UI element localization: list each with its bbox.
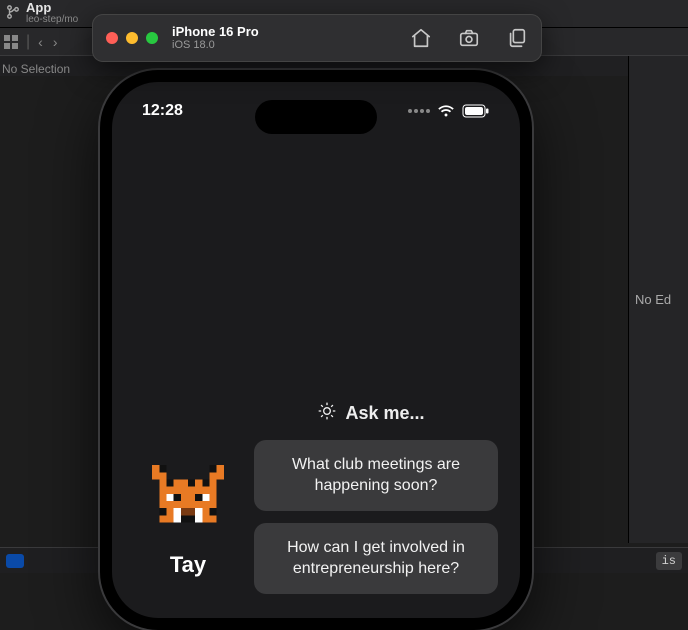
related-items-icon[interactable]	[4, 35, 20, 49]
suggestion-card[interactable]: How can I get involved in entrepreneursh…	[254, 523, 498, 594]
simulator-os-subtitle: iOS 18.0	[172, 39, 259, 51]
branch-icon	[6, 5, 20, 22]
wifi-icon	[437, 104, 455, 118]
is-badge: is	[656, 552, 682, 570]
filter-indicator[interactable]	[6, 554, 24, 568]
nav-forward-button[interactable]: ›	[51, 34, 60, 50]
avatar-block: Tay	[134, 458, 242, 578]
simulator-device-title: iPhone 16 Pro	[172, 25, 259, 39]
status-time: 12:28	[142, 102, 183, 120]
zoom-icon[interactable]	[146, 32, 158, 44]
suggestion-card[interactable]: What club meetings are happening soon?	[254, 440, 498, 511]
minimize-icon[interactable]	[126, 32, 138, 44]
copy-icon[interactable]	[506, 27, 528, 49]
nav-back-button[interactable]: ‹	[36, 34, 45, 50]
ask-me-label: Ask me...	[345, 403, 424, 424]
scheme-title: App	[26, 1, 78, 15]
home-icon[interactable]	[410, 27, 432, 49]
inspector-placeholder: No Ed	[628, 56, 688, 543]
status-bar: 12:28	[112, 102, 520, 120]
close-icon[interactable]	[106, 32, 118, 44]
scheme-subtitle: leo-step/mo	[26, 15, 78, 26]
screenshot-icon[interactable]	[458, 27, 480, 49]
ask-me-header: Ask me...	[244, 401, 498, 426]
simulator-window-titlebar[interactable]: iPhone 16 Pro iOS 18.0	[92, 14, 542, 62]
tiger-avatar-icon	[145, 458, 231, 544]
battery-icon	[462, 104, 490, 118]
avatar-name: Tay	[170, 552, 206, 578]
window-traffic-lights[interactable]	[106, 32, 158, 44]
cellular-icon	[408, 109, 430, 113]
sparkle-icon	[317, 401, 337, 426]
simulator-device-screen[interactable]: 12:28 Ask me... What club meetings are h…	[100, 70, 532, 630]
